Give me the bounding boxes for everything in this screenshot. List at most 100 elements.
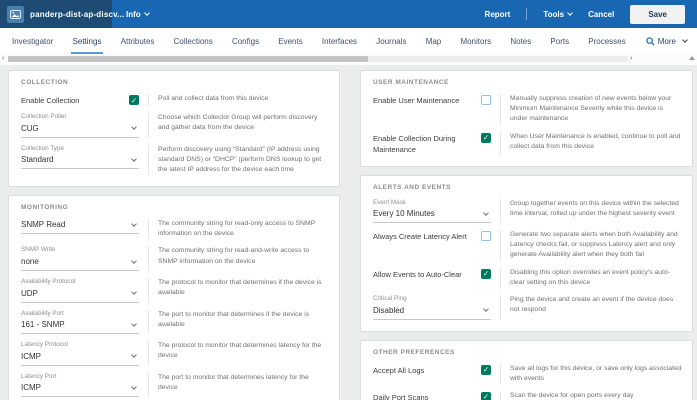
availability-port-select-value: 161 - SNMP (21, 320, 65, 330)
allow-events-to-auto-clear-label: Allow Events to Auto-Clear (373, 269, 462, 279)
card-alerts-and-events: ALERTS AND EVENTS Event Mask Every 10 Minu… (360, 174, 693, 332)
scroll-left-arrow-icon[interactable]: ‹ (2, 54, 4, 64)
field-accept-all-logs: Accept All Logs (373, 364, 491, 384)
device-title: panderp-dist-ap-discv... (30, 9, 125, 19)
critical-ping-field-label: Critical Ping (373, 295, 407, 303)
chevron-down-icon (682, 37, 688, 43)
field-row-snmp-write: SNMP Write none The community string for r… (21, 246, 329, 272)
tab-map[interactable]: Map (424, 28, 444, 54)
more-label: More (657, 36, 676, 46)
chevron-down-icon (131, 289, 137, 295)
field-row-allow-events-to-auto-clear: Allow Events to Auto-Clear Disabling this… (373, 267, 682, 289)
latency-protocol-select[interactable]: ICMP (21, 351, 139, 366)
scroll-right-arrow-icon[interactable]: › (630, 54, 632, 64)
enable-collection-checkbox[interactable] (129, 95, 139, 105)
checkbox-line: Enable Collection (21, 94, 139, 106)
snmp-read-select[interactable]: SNMP Read (21, 219, 139, 235)
info-dropdown[interactable]: Info (126, 9, 150, 19)
topbar-divider (526, 8, 528, 20)
enable-collection-label: Enable Collection (21, 96, 80, 105)
tab-attributes[interactable]: Attributes (119, 28, 157, 54)
tab-events[interactable]: Events (276, 28, 304, 54)
event-mask-select[interactable]: Every 10 Minutes (373, 208, 491, 224)
field-row-critical-ping: Critical Ping Disabled Ping the device and… (373, 295, 682, 320)
field-row-availability-port: Availability Port 161 - SNMP The port to m… (21, 309, 329, 335)
chevron-down-icon (131, 320, 137, 327)
tab-settings[interactable]: Settings (70, 28, 104, 54)
field-snmp-read: SNMP Read (21, 219, 139, 239)
availability-protocol-select-value: UDP (21, 288, 38, 298)
tab-monitors[interactable]: Monitors (458, 28, 493, 54)
collection-type-description: Perform discovery using “Standard” (IP a… (148, 144, 329, 176)
report-button[interactable]: Report (485, 10, 511, 19)
snmp-read-description: The community string for read-only acces… (148, 219, 329, 240)
daily-port-scans-description: Scan the device for open ports every day (500, 390, 682, 400)
field-row-latency-protocol: Latency Protocol ICMP The protocol to moni… (21, 341, 329, 366)
tab-configs[interactable]: Configs (230, 28, 261, 54)
snmp-write-select-value: none (21, 257, 39, 267)
field-row-availability-protocol: Availability Protocol UDP The protocol to … (21, 278, 329, 303)
search-icon[interactable] (646, 36, 655, 46)
availability-protocol-select[interactable]: UDP (21, 288, 139, 303)
event-mask-field-label: Event Mask (373, 198, 406, 206)
always-create-latency-alert-label: Always Create Latency Alert (373, 232, 467, 242)
tab-processes[interactable]: Processes (586, 28, 627, 54)
collection-poller-select[interactable]: CUG (21, 123, 139, 138)
tab-interfaces[interactable]: Interfaces (320, 28, 359, 54)
allow-events-to-auto-clear-description: Disabling this option overrides an event… (500, 267, 682, 289)
field-enable-collection: Enable Collection (21, 94, 139, 106)
field-row-snmp-read: SNMP Read The community string for read-o… (21, 219, 329, 240)
tab-journals[interactable]: Journals (374, 28, 408, 54)
tools-label: Tools (543, 9, 565, 19)
chevron-down-icon (483, 306, 489, 312)
scroll-up-arrow-icon[interactable] (689, 56, 695, 60)
field-snmp-write: SNMP Write none (21, 246, 139, 272)
section-title: USER MAINTENANCE (373, 79, 449, 86)
allow-events-to-auto-clear-checkbox[interactable] (481, 268, 491, 279)
critical-ping-select[interactable]: Disabled (373, 305, 491, 320)
always-create-latency-alert-checkbox[interactable] (481, 231, 491, 242)
field-row-collection-poller: Collection Poller CUG Choose which Collect… (21, 113, 329, 138)
snmp-write-select[interactable]: none (21, 256, 139, 272)
field-enable-user-maintenance: Enable User Maintenance (373, 94, 491, 125)
tab-investigator[interactable]: Investigator (10, 28, 55, 54)
horizontal-scrollbar-thumb[interactable] (8, 56, 368, 62)
enable-user-maintenance-checkbox[interactable] (481, 95, 491, 105)
horizontal-scrollbar-track[interactable] (8, 56, 628, 62)
daily-port-scans-checkbox[interactable] (481, 391, 491, 400)
field-event-mask: Event Mask Every 10 Minutes (373, 199, 491, 224)
tab-notes[interactable]: Notes (508, 28, 533, 54)
chevron-down-icon (131, 124, 137, 130)
event-mask-select-value: Every 10 Minutes (373, 209, 435, 219)
settings-column-left: COLLECTION Enable Collection Poll and coll… (8, 70, 340, 400)
field-row-enable-collection-during-maintenance: Enable Collection During Maintenance When… (373, 131, 682, 155)
save-button[interactable]: Save (630, 4, 685, 24)
checkbox-line: Allow Events to Auto-Clear (373, 268, 491, 280)
availability-protocol-description: The protocol to monitor that determines … (148, 278, 329, 303)
tab-collections[interactable]: Collections (172, 28, 215, 54)
field-daily-port-scans: Daily Port Scans (373, 391, 491, 400)
more-dropdown[interactable]: More (646, 28, 688, 54)
enable-collection-description: Poll and collect data from this device (148, 94, 329, 106)
enable-collection-during-maintenance-checkbox[interactable] (481, 132, 491, 143)
card-other-preferences: OTHER PREFERENCES Accept All Logs Save all… (360, 339, 693, 400)
field-row-event-mask: Event Mask Every 10 Minutes Group together… (373, 198, 682, 224)
accept-all-logs-checkbox[interactable] (481, 364, 491, 375)
collection-type-select[interactable]: Standard (21, 154, 139, 170)
event-mask-description: Group together events on this device wit… (500, 198, 682, 224)
snmp-read-select-value: SNMP Read (21, 220, 66, 230)
collection-poller-select-value: CUG (21, 123, 39, 133)
tools-dropdown[interactable]: Tools (543, 9, 573, 19)
latency-port-select[interactable]: ICMP (21, 382, 139, 398)
info-label: Info (126, 9, 141, 19)
field-availability-port: Availability Port 161 - SNMP (21, 310, 139, 335)
enable-collection-during-maintenance-label: Enable Collection During Maintenance (373, 133, 456, 154)
enable-collection-during-maintenance-description: When User Maintenance is enabled, contin… (500, 131, 682, 155)
chevron-down-icon (131, 220, 137, 227)
cancel-button[interactable]: Cancel (588, 10, 614, 19)
field-collection-type: Collection Type Standard (21, 145, 139, 176)
checkbox-line: Daily Port Scans (373, 391, 491, 400)
device-image-icon (7, 5, 24, 23)
tab-ports[interactable]: Ports (548, 28, 571, 54)
availability-port-select[interactable]: 161 - SNMP (21, 319, 139, 335)
